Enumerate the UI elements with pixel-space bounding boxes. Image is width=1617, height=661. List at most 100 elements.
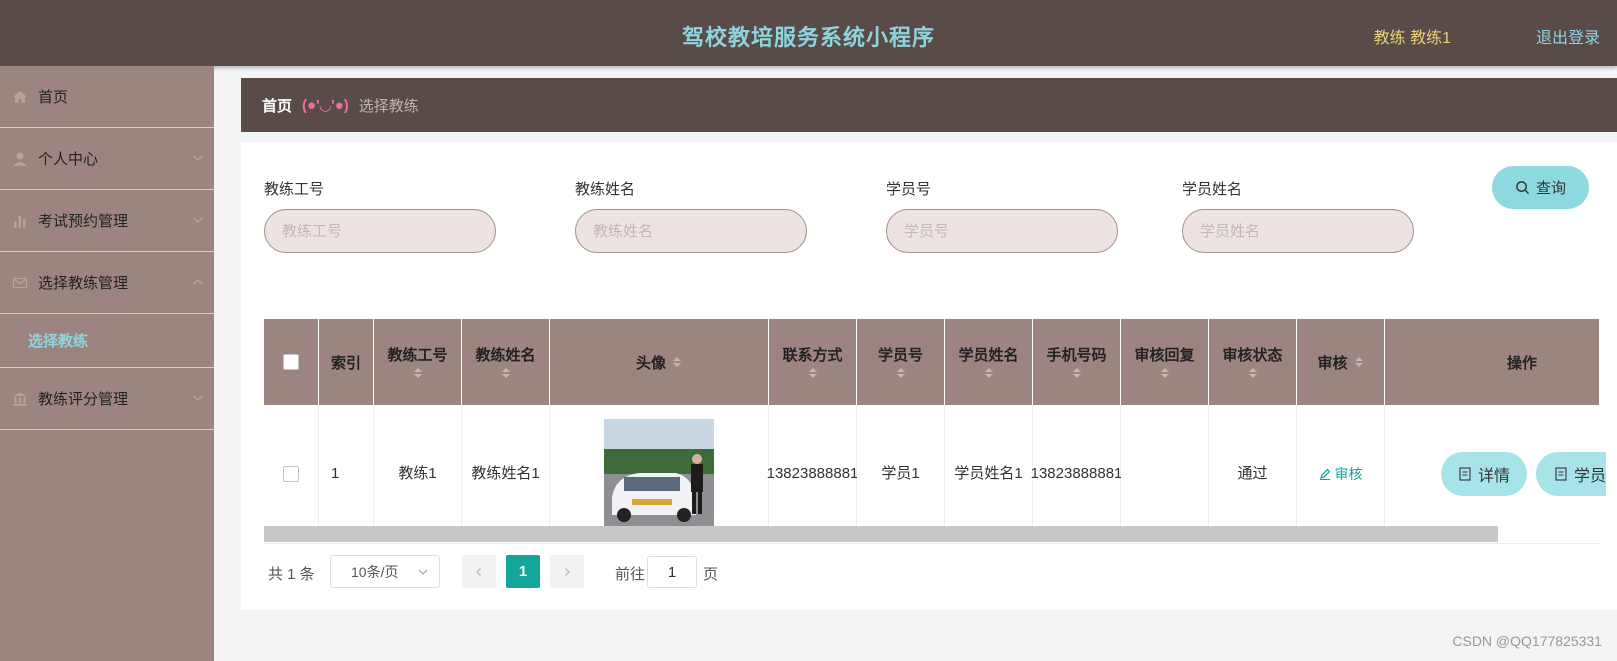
coach-no-input[interactable] xyxy=(264,209,496,253)
header-label: 审核状态 xyxy=(1222,346,1283,364)
breadcrumb: 首页 (●'◡'●) 选择教练 xyxy=(241,78,1617,132)
sidebar-item-personal-center[interactable]: 个人中心 xyxy=(0,128,214,190)
detail-button-label: 详情 xyxy=(1477,468,1510,485)
breadcrumb-home[interactable]: 首页 xyxy=(262,95,292,116)
coach-name-label: 教练姓名 xyxy=(575,181,636,198)
audit-link[interactable]: 审核 xyxy=(1297,405,1385,544)
top-bar: 驾校教培服务系统小程序 教练 教练1 退出登录 xyxy=(0,0,1617,66)
search-icon xyxy=(1516,181,1530,195)
sidebar-item-home[interactable]: 首页 xyxy=(0,66,214,128)
header-label: 手机号码 xyxy=(1046,346,1107,364)
coach-table: 索引 教练工号 教练姓名 头像 联系方式 学员号 学员姓名 手机号码 审核回复 … xyxy=(264,319,1600,544)
cell-phone: 13823888881 xyxy=(1031,405,1122,544)
chevron-down-icon xyxy=(193,155,203,162)
header-status[interactable]: 审核状态 xyxy=(1209,319,1297,405)
student-no-label: 学员号 xyxy=(886,181,932,198)
header-label: 教练工号 xyxy=(387,346,448,364)
chevron-right-icon xyxy=(565,567,570,576)
row-checkbox[interactable] xyxy=(283,466,299,482)
sidebar-item-label: 个人中心 xyxy=(38,151,99,168)
sort-icon xyxy=(1354,357,1363,367)
page-number-current[interactable]: 1 xyxy=(506,555,540,588)
header-student-name[interactable]: 学员姓名 xyxy=(945,319,1033,405)
prev-page-button[interactable] xyxy=(462,555,496,588)
cell-avatar xyxy=(550,405,769,544)
page-size-select[interactable]: 10条/页 xyxy=(330,555,440,588)
cell-contact: 13823888881 xyxy=(767,405,858,544)
current-user-label: 教练 教练1 xyxy=(1373,30,1451,47)
header-avatar[interactable]: 头像 xyxy=(550,319,769,405)
header-label: 头像 xyxy=(635,354,666,372)
pagination-total: 共 1 条 xyxy=(268,566,315,583)
sort-icon xyxy=(984,367,993,378)
chevron-down-icon xyxy=(193,217,203,224)
sort-icon xyxy=(673,357,681,367)
sidebar-item-coach-rating[interactable]: 教练评分管理 xyxy=(0,368,214,430)
sidebar-item-exam-booking[interactable]: 考试预约管理 xyxy=(0,190,214,252)
header-coach-name[interactable]: 教练姓名 xyxy=(462,319,550,405)
header-label: 教练姓名 xyxy=(475,346,536,364)
edit-icon xyxy=(1319,468,1330,480)
bar-chart-icon xyxy=(12,213,28,229)
page-size-value: 10条/页 xyxy=(351,563,399,580)
student-no-input[interactable] xyxy=(886,209,1118,253)
search-button[interactable]: 查询 xyxy=(1492,166,1589,209)
header-phone[interactable]: 手机号码 xyxy=(1033,319,1121,405)
breadcrumb-current: 选择教练 xyxy=(358,97,419,115)
sort-icon xyxy=(808,367,817,378)
sidebar-subitem-select-coach[interactable]: 选择教练 xyxy=(0,314,214,368)
student-button[interactable]: 学员 xyxy=(1536,452,1606,496)
header-label: 学员姓名 xyxy=(958,346,1019,364)
chevron-down-icon xyxy=(193,395,203,402)
sidebar-item-label: 首页 xyxy=(38,89,69,106)
header-label: 审核 xyxy=(1317,354,1348,372)
sidebar-item-label: 考试预约管理 xyxy=(38,213,129,230)
breadcrumb-separator: (●'◡'●) xyxy=(302,97,349,114)
student-name-input[interactable] xyxy=(1182,209,1414,253)
coach-no-label: 教练工号 xyxy=(264,181,325,198)
sort-icon xyxy=(1248,367,1257,378)
select-all-checkbox[interactable] xyxy=(283,354,299,370)
next-page-button[interactable] xyxy=(550,555,584,588)
row-checkbox-cell xyxy=(264,405,319,544)
sort-icon xyxy=(1072,367,1081,378)
sidebar-item-label: 选择教练管理 xyxy=(38,275,129,292)
sort-icon xyxy=(896,367,905,378)
bank-icon xyxy=(12,391,28,407)
header-label: 学员号 xyxy=(877,346,923,364)
home-icon xyxy=(12,89,28,105)
chevron-down-icon xyxy=(418,569,428,575)
header-label: 联系方式 xyxy=(782,346,843,364)
goto-suffix: 页 xyxy=(703,566,719,583)
horizontal-scrollbar[interactable] xyxy=(264,526,1498,542)
header-student-no[interactable]: 学员号 xyxy=(857,319,945,405)
student-button-label: 学员 xyxy=(1573,468,1606,485)
detail-button[interactable]: 详情 xyxy=(1441,452,1527,496)
cell-status: 通过 xyxy=(1209,405,1297,544)
cell-student-name: 学员姓名1 xyxy=(945,405,1033,544)
header-reply[interactable]: 审核回复 xyxy=(1121,319,1209,405)
audit-link-label: 审核 xyxy=(1334,466,1363,482)
coach-avatar-image[interactable] xyxy=(604,419,714,529)
chevron-left-icon xyxy=(476,567,481,576)
cell-coach-no: 教练1 xyxy=(374,405,462,544)
sidebar-item-label: 教练评分管理 xyxy=(38,391,129,408)
sort-icon xyxy=(413,367,422,378)
chevron-up-icon xyxy=(193,278,203,285)
logout-link[interactable]: 退出登录 xyxy=(1536,24,1600,48)
sidebar-item-coach-selection[interactable]: 选择教练管理 xyxy=(0,252,214,314)
header-audit[interactable]: 审核 xyxy=(1297,319,1385,405)
header-label: 审核回复 xyxy=(1134,346,1195,364)
user-icon xyxy=(12,151,28,167)
sidebar: 首页 个人中心 考试预约管理 选择教练管理 选择教练 教练评分管理 xyxy=(0,66,214,661)
header-contact[interactable]: 联系方式 xyxy=(769,319,857,405)
goto-page-input[interactable] xyxy=(647,556,697,588)
coach-name-input[interactable] xyxy=(575,209,807,253)
cell-reply xyxy=(1121,405,1209,544)
student-name-label: 学员姓名 xyxy=(1182,181,1243,198)
goto-prefix: 前往 xyxy=(615,566,646,583)
header-coach-no[interactable]: 教练工号 xyxy=(374,319,462,405)
mail-icon xyxy=(12,275,28,291)
cell-index: 1 xyxy=(319,405,374,544)
document-icon xyxy=(1555,467,1567,481)
